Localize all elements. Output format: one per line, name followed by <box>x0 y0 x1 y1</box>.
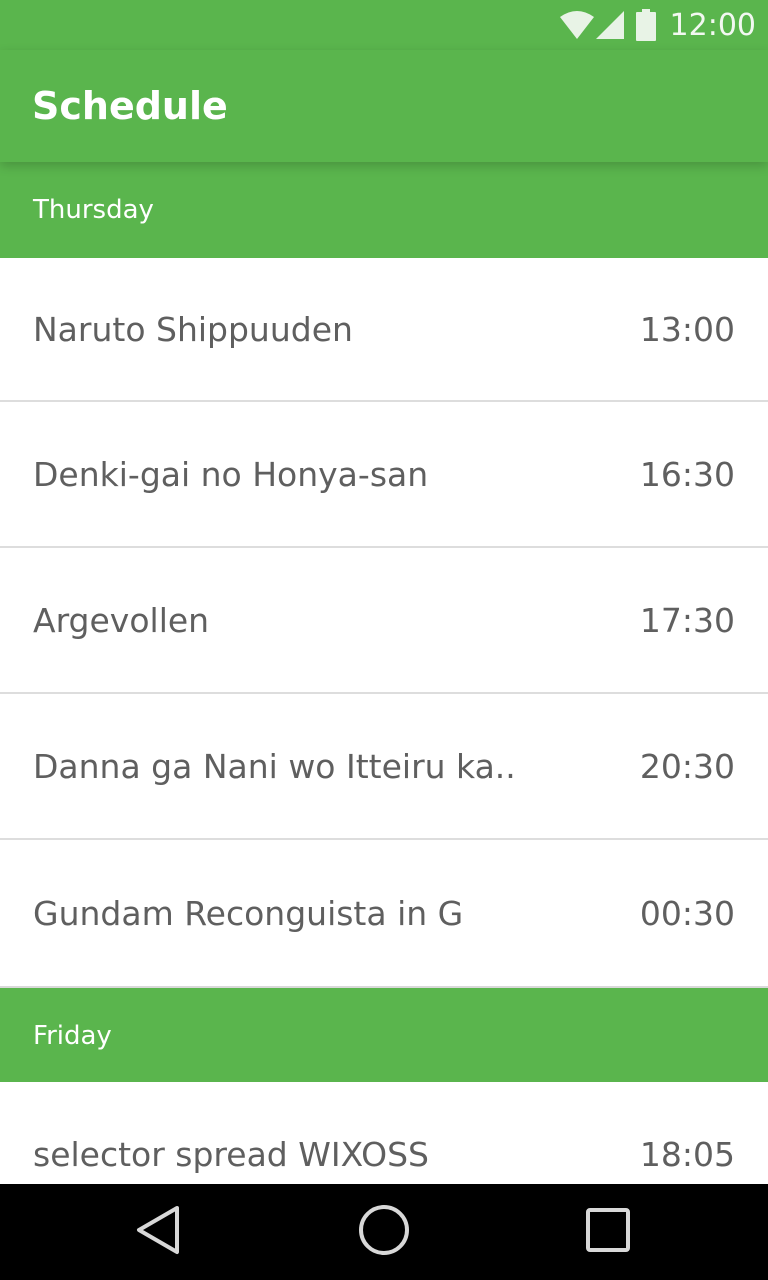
show-title: selector spread WIXOSS <box>33 1134 429 1174</box>
recents-icon <box>585 1207 631 1257</box>
show-title: Gundam Reconguista in G <box>33 893 464 933</box>
show-time: 13:00 <box>639 309 735 349</box>
list-item[interactable]: Denki-gai no Honya-san 16:30 <box>0 402 768 548</box>
back-button[interactable] <box>98 1184 218 1280</box>
navigation-bar <box>0 1184 768 1280</box>
app-bar: Schedule <box>0 50 768 162</box>
day-header-friday: Friday <box>0 986 768 1082</box>
status-time: 12:00 <box>669 7 756 43</box>
show-time: 00:30 <box>639 893 735 933</box>
battery-icon <box>635 9 656 41</box>
list-item[interactable]: Gundam Reconguista in G 00:30 <box>0 840 768 986</box>
show-time: 20:30 <box>639 746 735 786</box>
page-title: Schedule <box>32 84 228 128</box>
home-icon <box>357 1203 411 1261</box>
show-title: Argevollen <box>33 600 210 640</box>
status-icons: 12:00 <box>559 6 756 44</box>
day-header-thursday: Thursday <box>0 162 768 258</box>
show-time: 17:30 <box>639 600 735 640</box>
list-item[interactable]: Argevollen 17:30 <box>0 548 768 694</box>
list-item[interactable]: Danna ga Nani wo Itteiru ka.. 20:30 <box>0 694 768 840</box>
signal-icon <box>595 11 624 39</box>
list-item[interactable]: Naruto Shippuuden 13:00 <box>0 258 768 402</box>
status-bar: 12:00 <box>0 0 768 50</box>
show-time: 16:30 <box>639 454 735 494</box>
wifi-icon <box>559 11 594 39</box>
back-icon <box>135 1205 181 1259</box>
show-time: 18:05 <box>639 1134 735 1174</box>
schedule-list[interactable]: Thursday Naruto Shippuuden 13:00 Denki-g… <box>0 162 768 1184</box>
show-title: Naruto Shippuuden <box>33 309 353 349</box>
show-title: Danna ga Nani wo Itteiru ka.. <box>33 746 516 786</box>
home-button[interactable] <box>324 1184 444 1280</box>
list-item[interactable]: selector spread WIXOSS 18:05 <box>0 1082 768 1184</box>
show-title: Denki-gai no Honya-san <box>33 454 429 494</box>
recents-button[interactable] <box>548 1184 668 1280</box>
